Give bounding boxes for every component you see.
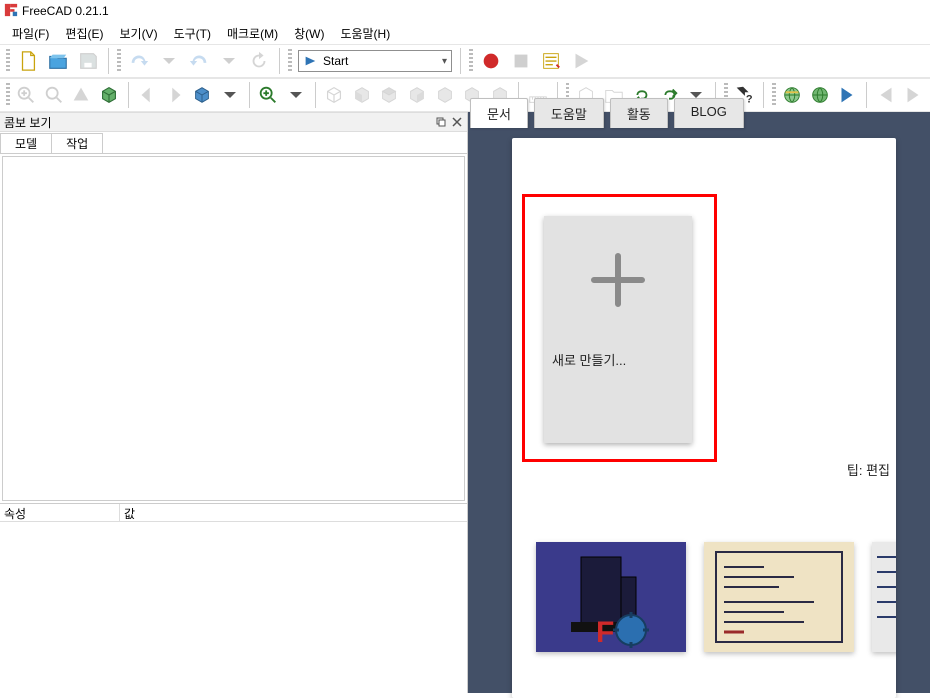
undo-dropdown [155, 47, 183, 75]
start-icon [303, 54, 317, 68]
macro-list-button[interactable] [537, 47, 565, 75]
view-top-button [377, 81, 403, 109]
menu-tools[interactable]: 도구(T) [166, 23, 219, 44]
fit-all-button [14, 81, 40, 109]
tab-help[interactable]: 도움말 [534, 98, 604, 128]
example-row: F [536, 542, 896, 652]
web-globe-button[interactable] [807, 81, 833, 109]
model-tree[interactable] [2, 156, 465, 501]
view-right-button [404, 81, 430, 109]
tab-tasks[interactable]: 작업 [51, 133, 103, 153]
view-iso-button [322, 81, 348, 109]
example-card-1[interactable]: F [536, 542, 686, 652]
app-icon [4, 3, 18, 20]
toolbar-grip[interactable] [117, 49, 121, 73]
menu-macro[interactable]: 매크로(M) [219, 23, 286, 44]
toolbar-divider [128, 82, 129, 108]
viewport: 문서 도움말 활동 BLOG 새로 만들기... 팁: 편집 [468, 112, 930, 693]
app-title: FreeCAD 0.21.1 [22, 4, 109, 18]
zoom-button[interactable] [256, 81, 282, 109]
toolbar-divider [279, 48, 280, 74]
tip-text: 팁: 편집 [847, 460, 890, 479]
link-views-dropdown[interactable] [217, 81, 243, 109]
undo-button [125, 47, 153, 75]
toolbar-grip[interactable] [288, 49, 292, 73]
web-back-button [873, 81, 899, 109]
toolbar-divider [249, 82, 250, 108]
link-views-button[interactable] [190, 81, 216, 109]
toolbar-grip[interactable] [6, 83, 10, 107]
toolbar-grip[interactable] [6, 49, 10, 73]
menu-help[interactable]: 도움말(H) [332, 23, 398, 44]
title-bar: FreeCAD 0.21.1 [0, 0, 930, 22]
toolbar-divider [315, 82, 316, 108]
main-split: 콤보 보기 모델 작업 속성 값 문서 도움말 활동 [0, 112, 930, 693]
web-home-button[interactable] [780, 81, 806, 109]
start-page: 새로 만들기... 팁: 편집 F [512, 138, 896, 698]
nav-forward-button [162, 81, 188, 109]
startpage-tabs: 문서 도움말 활동 BLOG [470, 98, 744, 128]
new-document-card[interactable]: 새로 만들기... [544, 216, 692, 443]
workbench-select[interactable]: Start ▾ [298, 50, 452, 72]
menu-window[interactable]: 창(W) [286, 23, 332, 44]
plus-icon [586, 248, 650, 312]
view-rear-button [432, 81, 458, 109]
toolbar-divider [763, 82, 764, 108]
tab-documents[interactable]: 문서 [470, 98, 528, 128]
tab-model[interactable]: 모델 [0, 133, 52, 153]
macro-record-button[interactable] [477, 47, 505, 75]
chevron-down-icon: ▾ [442, 56, 447, 67]
draw-style-button [69, 81, 95, 109]
zoom-dropdown[interactable] [283, 81, 309, 109]
toolbar-divider [460, 48, 461, 74]
panel-float-button[interactable] [435, 116, 447, 128]
combo-view-panel: 콤보 보기 모델 작업 속성 값 [0, 112, 468, 693]
web-forward-button [901, 81, 927, 109]
redo-dropdown [215, 47, 243, 75]
menu-file[interactable]: 파일(F) [4, 23, 57, 44]
open-file-button[interactable] [44, 47, 72, 75]
refresh-button [245, 47, 273, 75]
svg-text:?: ? [746, 93, 753, 105]
toolbar-file: Start ▾ [0, 44, 930, 78]
workbench-selected-label: Start [323, 54, 348, 68]
property-column-value[interactable]: 값 [120, 504, 467, 521]
toolbar-view: ? [0, 78, 930, 112]
tab-blog[interactable]: BLOG [674, 98, 744, 128]
property-panel: 속성 값 [0, 503, 467, 693]
tab-activity[interactable]: 활동 [610, 98, 668, 128]
web-next-button[interactable] [835, 81, 861, 109]
redo-button [185, 47, 213, 75]
svg-text:F: F [596, 616, 614, 649]
macro-stop-button [507, 47, 535, 75]
view-front-button [349, 81, 375, 109]
menu-view[interactable]: 보기(V) [111, 23, 165, 44]
new-document-label: 새로 만들기... [544, 344, 692, 443]
example-card-3[interactable] [872, 542, 896, 652]
combo-view-title: 콤보 보기 [4, 114, 52, 131]
bbox-button[interactable] [96, 81, 122, 109]
nav-back-button [135, 81, 161, 109]
toolbar-grip[interactable] [469, 49, 473, 73]
menu-bar: 파일(F) 편집(E) 보기(V) 도구(T) 매크로(M) 창(W) 도움말(… [0, 22, 930, 44]
panel-close-button[interactable] [451, 116, 463, 128]
toolbar-divider [866, 82, 867, 108]
toolbar-divider [108, 48, 109, 74]
fit-selection-button [41, 81, 67, 109]
new-file-button[interactable] [14, 47, 42, 75]
combo-view-tabs: 모델 작업 [0, 132, 467, 154]
combo-view-header: 콤보 보기 [0, 112, 467, 132]
save-button [74, 47, 102, 75]
toolbar-grip[interactable] [772, 83, 776, 107]
property-column-name[interactable]: 속성 [0, 504, 120, 521]
macro-play-button [567, 47, 595, 75]
menu-edit[interactable]: 편집(E) [57, 23, 111, 44]
example-card-2[interactable] [704, 542, 854, 652]
